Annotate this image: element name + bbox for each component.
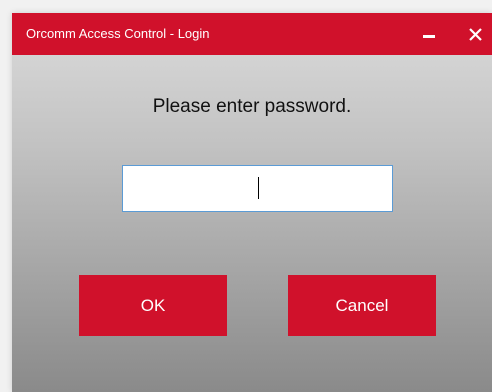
minimize-icon [423,34,435,38]
text-caret [258,177,259,199]
login-window: Orcomm Access Control - Login Please ent… [12,13,492,392]
close-button[interactable] [458,13,492,55]
password-prompt: Please enter password. [152,96,352,117]
ok-button[interactable]: OK [79,275,227,336]
cancel-button[interactable]: Cancel [288,275,436,336]
window-title: Orcomm Access Control - Login [26,26,210,41]
close-icon [468,27,482,41]
title-bar[interactable]: Orcomm Access Control - Login [12,13,492,55]
minimize-button[interactable] [412,13,446,55]
